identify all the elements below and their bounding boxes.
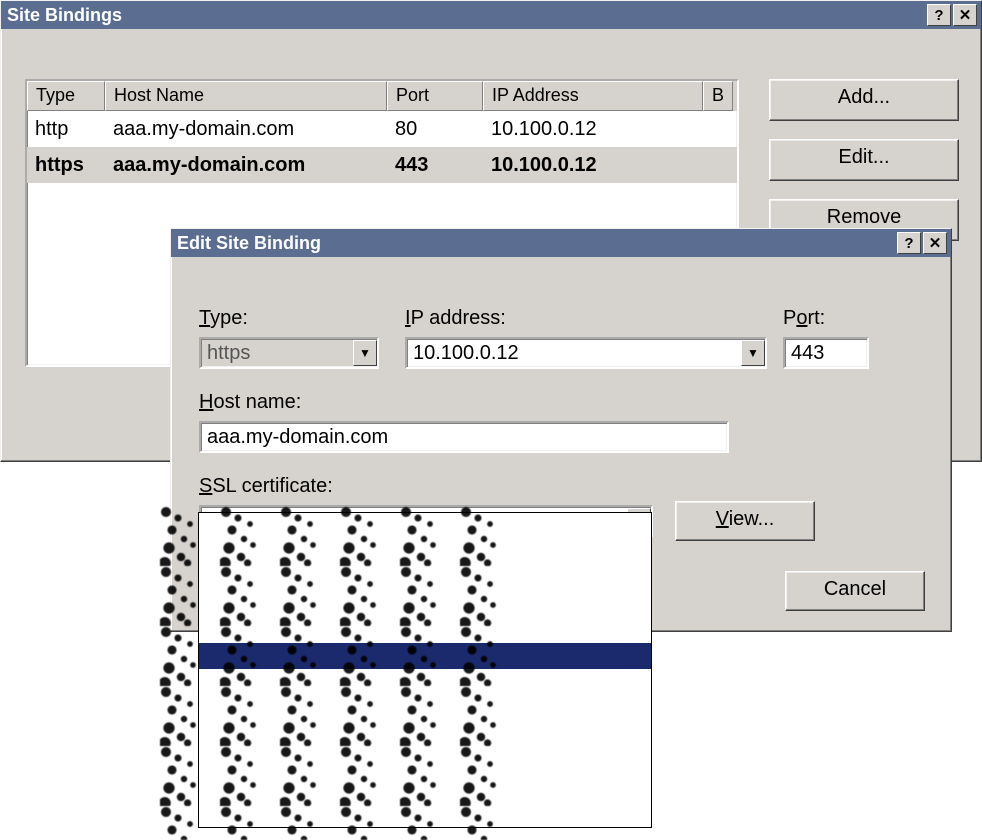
window-title: Site Bindings	[7, 5, 925, 26]
cell-type: https	[27, 151, 105, 180]
ssl-option[interactable]	[199, 747, 651, 773]
ssl-option[interactable]	[199, 721, 651, 747]
ssl-label: SSL certificate:	[199, 475, 333, 498]
ssl-option[interactable]	[199, 539, 651, 565]
chevron-down-icon[interactable]: ▼	[741, 340, 765, 366]
ssl-option[interactable]	[199, 695, 651, 721]
ssl-option[interactable]	[199, 773, 651, 799]
view-button[interactable]: View...	[675, 501, 815, 541]
ssl-dropdown-list[interactable]	[198, 512, 652, 828]
ssl-option[interactable]	[199, 591, 651, 617]
ssl-option[interactable]	[199, 643, 651, 669]
table-row[interactable]: httpsaaa.my-domain.com44310.100.0.12	[27, 147, 737, 183]
col-header-host[interactable]: Host Name	[105, 81, 387, 111]
cell-type: http	[27, 115, 105, 144]
host-input[interactable]: aaa.my-domain.com	[199, 421, 729, 453]
cell-ip: 10.100.0.12	[483, 115, 703, 144]
col-header-port[interactable]: Port	[387, 81, 483, 111]
ssl-option[interactable]	[199, 669, 651, 695]
cell-host: aaa.my-domain.com	[105, 151, 387, 180]
col-header-b[interactable]: B	[703, 81, 733, 111]
bindings-list-header: Type Host Name Port IP Address B	[27, 81, 737, 111]
cell-ip: 10.100.0.12	[483, 151, 703, 180]
window-title: Edit Site Binding	[177, 233, 895, 254]
col-header-ip[interactable]: IP Address	[483, 81, 703, 111]
host-label: Host name:	[199, 391, 301, 414]
type-label: Type:	[199, 307, 248, 330]
close-button[interactable]: ✕	[923, 232, 947, 254]
type-combo: https	[199, 337, 379, 369]
help-button[interactable]: ?	[897, 232, 921, 254]
col-header-type[interactable]: Type	[27, 81, 105, 111]
cell-host: aaa.my-domain.com	[105, 115, 387, 144]
close-button[interactable]: ✕	[953, 4, 977, 26]
titlebar-site-bindings[interactable]: Site Bindings ? ✕	[1, 1, 981, 29]
ssl-option[interactable]	[199, 513, 651, 539]
ssl-option[interactable]	[199, 617, 651, 643]
cell-port: 443	[387, 151, 483, 180]
table-row[interactable]: httpaaa.my-domain.com8010.100.0.12	[27, 111, 737, 147]
edit-button[interactable]: Edit...	[769, 139, 959, 181]
chevron-down-icon: ▼	[353, 340, 377, 366]
ssl-option[interactable]	[199, 565, 651, 591]
port-input[interactable]: 443	[783, 337, 869, 369]
titlebar-edit[interactable]: Edit Site Binding ? ✕	[171, 229, 951, 257]
cancel-button[interactable]: Cancel	[785, 571, 925, 611]
help-button[interactable]: ?	[927, 4, 951, 26]
add-button[interactable]: Add...	[769, 79, 959, 121]
ip-label: IP address:	[405, 307, 506, 330]
ip-combo[interactable]: 10.100.0.12	[405, 337, 767, 369]
port-label: Port:	[783, 307, 825, 330]
cell-port: 80	[387, 115, 483, 144]
